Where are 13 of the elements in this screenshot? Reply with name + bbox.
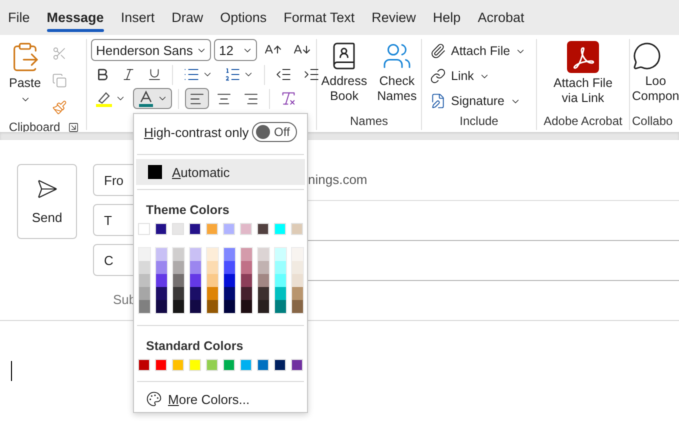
section-title: Theme Colors: [145, 202, 230, 220]
button-label: Address Book: [321, 74, 368, 104]
button-label: Loo Compon: [632, 74, 679, 104]
button-label: Attach File via Link: [553, 76, 613, 106]
from-value: nings.com: [308, 171, 368, 189]
group-label: Adobe Acrobat: [544, 113, 622, 130]
group-label: Clipboard: [8, 119, 60, 136]
high-contrast-label: High-contrast only: [144, 124, 249, 140]
button-label: Check Names: [377, 74, 417, 104]
section-title: Standard Colors: [145, 338, 244, 356]
group-label: Names: [350, 113, 388, 130]
group-label: Collabo: [631, 113, 673, 130]
group-label: Include: [460, 113, 498, 130]
